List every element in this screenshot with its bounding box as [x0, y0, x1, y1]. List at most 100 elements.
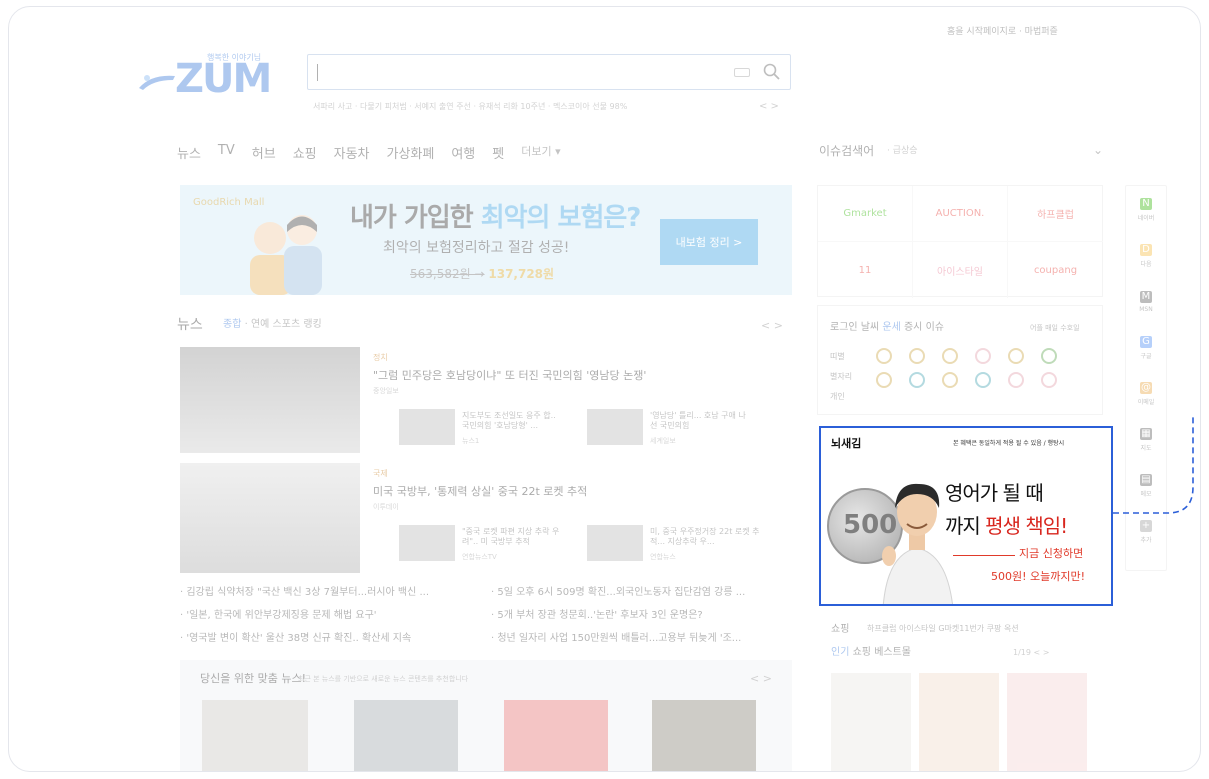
news-sub-headline[interactable]: "중국 로켓 파편 지상 추락 우려".. 미 국방부 추적 — [462, 527, 562, 546]
tab-weather[interactable]: 날씨 — [861, 322, 879, 333]
news-list-item[interactable]: · 청년 일자리 사업 150만원씩 배틀러...고용부 뒤늦게 '조... — [491, 633, 741, 645]
news-headline[interactable]: "그럼 민주당은 호남당이냐" 또 터진 국민의힘 '영남당 논쟁' — [373, 369, 646, 382]
tab-general[interactable]: 종합 — [223, 319, 241, 330]
zodiac-icon[interactable] — [942, 372, 958, 388]
zodiac-icon[interactable] — [1008, 372, 1024, 388]
news-list-item[interactable]: · 5개 부처 장관 청문회..'논란' 후보자 3인 운명은? — [491, 610, 703, 622]
zum-logo[interactable]: 행복한 이야기님 ZUM — [137, 52, 277, 107]
rail-label: 다음 — [1140, 261, 1152, 268]
news-thumb-main2[interactable] — [180, 463, 360, 573]
chevron-down-icon[interactable]: ⌄ — [1093, 143, 1103, 157]
nav-item-crypto[interactable]: 가상화폐 — [387, 143, 435, 162]
tab-shopping[interactable]: 쇼핑 — [853, 647, 871, 658]
rail-msn[interactable]: M MSN — [1126, 280, 1166, 324]
search-box[interactable] — [307, 54, 791, 90]
news-sub-headline[interactable]: 미, 중국 우주정거장 22t 로켓 추적... 지상추락 우... — [650, 527, 760, 546]
recommend-thumb[interactable] — [354, 700, 458, 771]
news-press: 이투데이 — [373, 503, 399, 511]
tab-stocks[interactable]: 증시 — [904, 322, 922, 333]
banner-price: 563,582원 → 137,728원 — [410, 267, 555, 281]
tab-issue[interactable]: 이슈 — [926, 322, 944, 333]
news-list-item[interactable]: · 김강립 식약처장 "국산 백신 3상 7월부터...러시아 백신 ... — [180, 587, 429, 599]
news-thumb-sub[interactable] — [587, 409, 643, 445]
nav-item-tv[interactable]: TV — [218, 143, 235, 162]
zodiac-icon[interactable] — [876, 372, 892, 388]
zodiac-icon[interactable] — [909, 348, 925, 364]
shop-11st[interactable]: 11 — [818, 242, 913, 298]
news-list-item[interactable]: · 5일 오후 6시 509명 확진...외국인노동자 집단감염 강릉 ... — [491, 587, 745, 599]
news-headline[interactable]: 미국 국방부, '통제력 상실' 중국 22t 로켓 추적 — [373, 485, 587, 498]
shopping-pager[interactable]: 1/19 < > — [1013, 648, 1049, 658]
zodiac-icon[interactable] — [1041, 348, 1057, 364]
nav-item-shopping[interactable]: 쇼핑 — [293, 143, 317, 162]
rail-email[interactable]: @ 이메일 — [1126, 372, 1166, 416]
daum-icon: D — [1140, 244, 1152, 256]
text-caret — [317, 64, 318, 81]
rail-label: 이메일 — [1137, 399, 1155, 406]
news-thumb-main1[interactable] — [180, 347, 360, 453]
zodiac-icon[interactable] — [909, 372, 925, 388]
product-thumb[interactable] — [831, 673, 911, 771]
rail-naver[interactable]: N 네이버 — [1126, 188, 1166, 232]
shop-halfclub[interactable]: 하프클럽 — [1008, 186, 1103, 242]
nav-item-news[interactable]: 뉴스 — [177, 143, 201, 162]
tab-bestmall[interactable]: 베스트몰 — [874, 647, 911, 658]
tab-ranking[interactable]: 랭킹 — [303, 319, 321, 330]
news-thumb-sub[interactable] — [399, 409, 455, 445]
recommend-thumb[interactable] — [504, 700, 608, 771]
tab-sports[interactable]: 스포츠 — [273, 319, 301, 330]
shop-gmarket[interactable]: Gmarket — [818, 186, 913, 242]
issue-search-label: 이슈검색어 — [819, 144, 875, 158]
tab-login[interactable]: 로그인 — [830, 322, 858, 333]
nav-item-hub[interactable]: 허브 — [252, 143, 276, 162]
search-input[interactable] — [322, 61, 702, 83]
recommend-thumb[interactable] — [652, 700, 756, 771]
nav-item-pet[interactable]: 펫 — [492, 143, 504, 162]
ad-headline-2: 까지 평생 책임! — [945, 514, 1068, 538]
nav-item-travel[interactable]: 여행 — [451, 143, 475, 162]
product-thumb[interactable] — [1007, 673, 1087, 771]
news-sub-headline[interactable]: '영남당' 틀리... 호남 구애 나선 국민의힘 — [650, 411, 750, 430]
ad-cta-1: 지금 신청하면 — [1019, 547, 1084, 560]
tab-entertainment[interactable]: 연예 — [251, 319, 269, 330]
shop-coupang[interactable]: coupang — [1008, 242, 1103, 298]
zodiac-icon[interactable] — [975, 348, 991, 364]
zodiac-icon[interactable] — [876, 348, 892, 364]
shop-istyle[interactable]: 아이스타일 — [913, 242, 1008, 298]
banner-cta-button[interactable]: 내보험 정리 > — [660, 219, 758, 265]
zodiac-icon[interactable] — [1041, 372, 1057, 388]
naver-icon: N — [1140, 198, 1152, 210]
news-section-title[interactable]: 뉴스 — [177, 317, 203, 334]
news-thumb-sub[interactable] — [587, 525, 643, 561]
banner-headline: 내가 가입한 최악의 보험은? — [350, 203, 641, 233]
recommend-thumb[interactable] — [202, 700, 308, 771]
news-list-item[interactable]: · '일본, 한국에 위안부강제징용 문제 해법 요구' — [180, 610, 377, 622]
nav-more-button[interactable]: 더보기 ▾ — [521, 143, 560, 162]
news-list-item[interactable]: · '영국발 변이 확산' 울산 38명 신규 확진.. 확산세 지속 — [180, 633, 411, 645]
insurance-banner[interactable]: GoodRich Mall 내가 가입한 최악의 보험은? 최악의 보험정리하고… — [180, 185, 792, 295]
rail-daum[interactable]: D 다음 — [1126, 234, 1166, 278]
news-nav-arrows[interactable]: < > — [761, 319, 783, 332]
search-suggestions[interactable]: 서파리 사고 · 다물기 피처범 · 서예지 출연 주선 · 유재석 리화 10… — [313, 102, 627, 112]
top-links[interactable]: 홈을 시작페이지로 · 마법퍼즐 — [947, 27, 1058, 38]
news-thumb-sub[interactable] — [399, 525, 455, 561]
suggest-nav[interactable]: < > — [759, 101, 779, 113]
search-icon[interactable] — [762, 62, 782, 82]
rail-google[interactable]: G 구글 — [1126, 326, 1166, 370]
widget-tabs: 로그인 날씨 운세 증시 이슈 — [830, 322, 944, 334]
zodiac-icon[interactable] — [942, 348, 958, 364]
tab-popular[interactable]: 인기 — [831, 647, 849, 658]
zodiac-icon[interactable] — [1008, 348, 1024, 364]
tab-fortune[interactable]: 운세 — [882, 322, 900, 333]
issue-search-value[interactable]: · 급상승 — [887, 146, 918, 157]
recommend-nav-arrows[interactable]: < > — [750, 672, 772, 685]
product-thumb[interactable] — [919, 673, 999, 771]
nav-item-car[interactable]: 자동차 — [334, 143, 370, 162]
highlighted-ad-banner[interactable]: 뇌새김 본 혜택은 동일하게 적용 될 수 있음 / 행탕시 500 영어가 될… — [819, 426, 1113, 606]
zodiac-icon[interactable] — [975, 372, 991, 388]
shopping-title[interactable]: 쇼핑 — [831, 624, 849, 636]
keyboard-icon[interactable] — [734, 68, 750, 77]
news-sub-headline[interactable]: 지도부도 조선일도 응주 합.. 국민의힘 '호남당형' ... — [462, 411, 562, 430]
shopping-deal-links[interactable]: 하프클럽 아이스타일 G마켓11번가 쿠팡 옥션 — [867, 624, 1019, 634]
shop-auction[interactable]: AUCTION. — [913, 186, 1008, 242]
